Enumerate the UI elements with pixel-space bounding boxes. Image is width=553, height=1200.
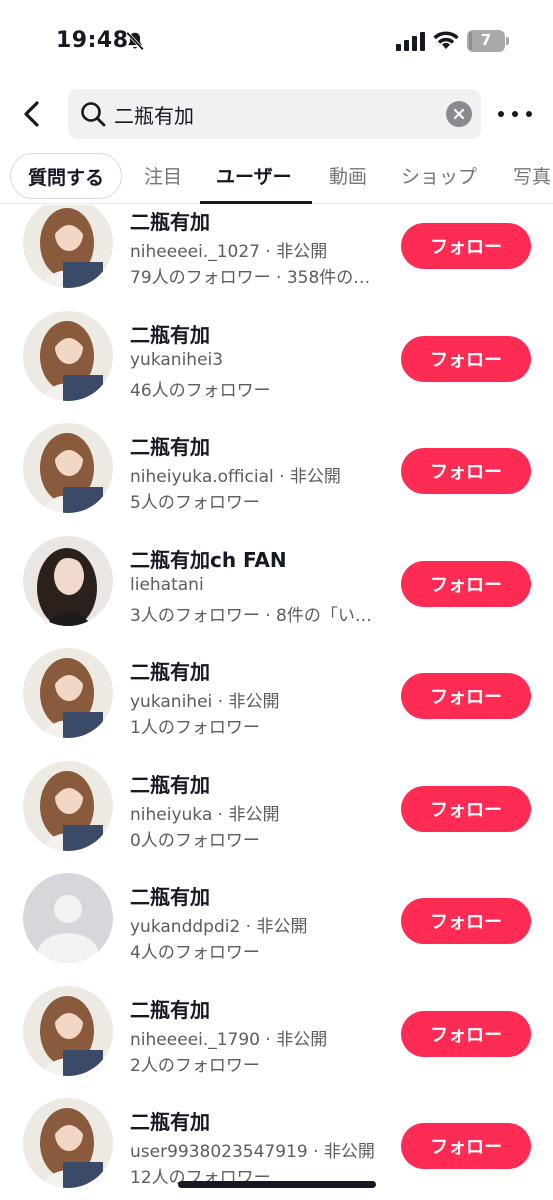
tab-shop[interactable]: ショップ <box>401 162 477 189</box>
avatar[interactable] <box>23 873 113 963</box>
user-results-list[interactable]: 二瓶有加 niheeeei._1027 · 非公開 79人のフォロワー · 358件… <box>0 205 553 1200</box>
more-icon <box>498 111 532 117</box>
bell-slash-icon <box>126 31 144 51</box>
user-handle: niheiyuka · 非公開 <box>130 805 280 825</box>
avatar[interactable] <box>23 1098 113 1188</box>
user-handle: yukanihei3 <box>130 350 224 370</box>
search-icon <box>81 102 106 127</box>
user-row[interactable]: 二瓶有加 niheeeei._1790 · 非公開 2人のフォロワー フォロー <box>0 986 553 1106</box>
avatar[interactable] <box>23 648 113 738</box>
user-row[interactable]: 二瓶有加 yukanddpdi2 · 非公開 4人のフォロワー フォロー <box>0 873 553 993</box>
user-follower-stats: 4人のフォロワー <box>130 943 260 963</box>
user-handle: yukanddpdi2 · 非公開 <box>130 917 308 937</box>
user-follower-stats: 5人のフォロワー <box>130 493 260 513</box>
wifi-icon <box>433 31 459 49</box>
user-follower-stats: 2人のフォロワー <box>130 1056 260 1076</box>
user-handle: niheeeei._1027 · 非公開 <box>130 242 328 262</box>
user-handle: user9938023547919 · 非公開 <box>130 1142 375 1162</box>
user-follower-stats: 3人のフォロワー · 8件の「いいね」 <box>130 606 386 626</box>
user-name[interactable]: 二瓶有加 <box>130 431 210 460</box>
user-follower-stats: 1人のフォロワー <box>130 718 260 738</box>
avatar[interactable] <box>23 423 113 513</box>
user-row[interactable]: 二瓶有加ch FAN liehatani 3人のフォロワー · 8件の「いいね」 フォ… <box>0 536 553 656</box>
search-bar[interactable] <box>68 89 481 139</box>
back-arrow-icon <box>24 101 39 127</box>
avatar[interactable] <box>23 536 113 626</box>
follow-button[interactable]: フォロー <box>401 223 531 269</box>
user-name[interactable]: 二瓶有加 <box>130 319 210 348</box>
cellular-signal-icon <box>396 32 425 51</box>
more-options-button[interactable] <box>498 100 532 128</box>
follow-button[interactable]: フォロー <box>401 336 531 382</box>
user-follower-stats: 46人のフォロワー <box>130 381 271 401</box>
battery-icon: 7 <box>467 30 509 52</box>
user-handle: niheiyuka.official · 非公開 <box>130 467 341 487</box>
avatar[interactable] <box>23 761 113 851</box>
clear-icon <box>453 108 465 120</box>
user-name[interactable]: 二瓶有加 <box>130 994 210 1023</box>
status-bar: 19:48 7 <box>0 0 553 80</box>
tab-users[interactable]: ユーザー <box>216 162 292 189</box>
user-handle: niheeeei._1790 · 非公開 <box>130 1030 328 1050</box>
active-tab-indicator <box>200 201 312 204</box>
user-row[interactable]: 二瓶有加 yukanihei3 46人のフォロワー フォロー <box>0 311 553 431</box>
follow-button[interactable]: フォロー <box>401 673 531 719</box>
tab-top[interactable]: 注目 <box>144 162 182 189</box>
user-name[interactable]: 二瓶有加 <box>130 769 210 798</box>
user-follower-stats: 79人のフォロワー · 358件の「いいね」 <box>130 268 386 288</box>
home-indicator <box>178 1181 376 1188</box>
back-button[interactable] <box>14 96 50 132</box>
follow-button[interactable]: フォロー <box>401 898 531 944</box>
user-name[interactable]: 二瓶有加 <box>130 656 210 685</box>
user-row[interactable]: 二瓶有加 niheiyuka.official · 非公開 5人のフォロワー フォロー <box>0 423 553 543</box>
status-time: 19:48 <box>56 28 129 53</box>
avatar[interactable] <box>23 311 113 401</box>
user-name[interactable]: 二瓶有加ch FAN <box>130 544 287 573</box>
follow-button[interactable]: フォロー <box>401 1123 531 1169</box>
tab-ask-question[interactable]: 質問する <box>10 153 122 199</box>
user-row[interactable]: 二瓶有加 yukanihei · 非公開 1人のフォロワー フォロー <box>0 648 553 768</box>
tab-videos[interactable]: 動画 <box>329 162 367 189</box>
user-name[interactable]: 二瓶有加 <box>130 1106 210 1135</box>
user-follower-stats: 0人のフォロワー <box>130 831 260 851</box>
battery-level-text: 7 <box>480 31 492 49</box>
follow-button[interactable]: フォロー <box>401 1011 531 1057</box>
search-input[interactable] <box>114 89 434 139</box>
follow-button[interactable]: フォロー <box>401 448 531 494</box>
avatar[interactable] <box>23 986 113 1076</box>
avatar[interactable] <box>23 205 113 288</box>
follow-button[interactable]: フォロー <box>401 561 531 607</box>
follow-button[interactable]: フォロー <box>401 786 531 832</box>
user-handle: liehatani <box>130 575 204 595</box>
tab-photos[interactable]: 写真 <box>513 162 551 189</box>
user-row[interactable]: 二瓶有加 niheiyuka · 非公開 0人のフォロワー フォロー <box>0 761 553 881</box>
user-handle: yukanihei · 非公開 <box>130 692 280 712</box>
user-name[interactable]: 二瓶有加 <box>130 881 210 910</box>
user-name[interactable]: 二瓶有加 <box>130 206 210 235</box>
clear-search-button[interactable] <box>446 101 472 127</box>
search-tabs: 質問する 注目 ユーザー 動画 ショップ 写真 <box>0 150 553 204</box>
user-row[interactable]: 二瓶有加 niheeeei._1027 · 非公開 79人のフォロワー · 358件… <box>0 205 553 318</box>
